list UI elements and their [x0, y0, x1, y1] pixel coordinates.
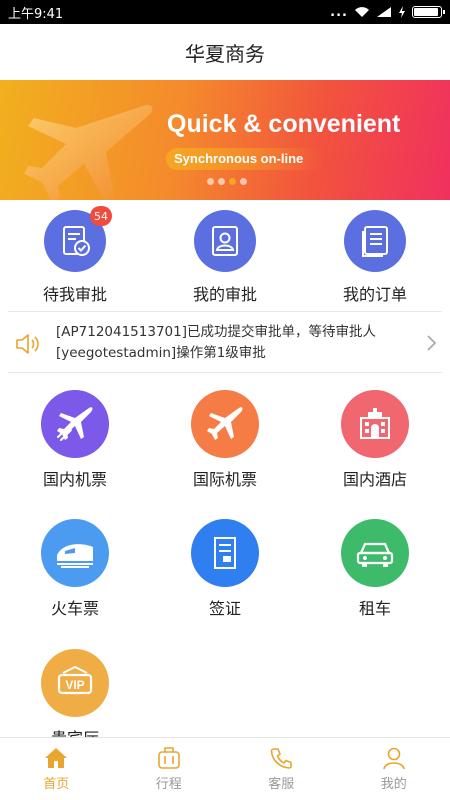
- domestic-hotel-circle: [341, 390, 409, 458]
- pending-count-badge: 54: [90, 206, 112, 226]
- my-orders-button[interactable]: 我的订单: [320, 210, 430, 305]
- pending-approval-circle: 54: [44, 206, 112, 272]
- user-icon: [382, 747, 405, 770]
- nav-customer-service-label: 客服: [268, 777, 295, 792]
- person-card-icon: [212, 226, 238, 256]
- train-icon: [57, 544, 93, 568]
- vip-icon: VIP: [57, 665, 93, 695]
- airplane-graphic-icon: [24, 104, 153, 200]
- nav-profile[interactable]: 我的: [338, 738, 450, 800]
- plane-icon: [57, 407, 93, 441]
- visa-button[interactable]: 签证: [165, 519, 285, 619]
- document-list-icon: [362, 226, 388, 257]
- my-approvals-circle: [194, 210, 256, 272]
- approval-check-icon: [63, 226, 90, 256]
- visa-label: 签证: [208, 599, 241, 618]
- notice-bar[interactable]: [AP712041513701]已成功提交审批单，等待审批人[yeegotest…: [0, 312, 450, 372]
- visa-document-icon: [214, 537, 236, 569]
- banner-title: Quick & convenient: [167, 110, 401, 138]
- svg-text:VIP: VIP: [65, 678, 84, 692]
- banner-pagination: [207, 178, 247, 185]
- app-header: 华夏商务: [0, 24, 450, 80]
- charging-icon: [399, 6, 405, 18]
- speaker-icon: [16, 334, 39, 354]
- banner-subtitle: Synchronous on-line: [166, 148, 324, 170]
- pending-approval-button[interactable]: 54 待我审批: [20, 206, 130, 305]
- international-flight-button[interactable]: 国际机票: [165, 390, 285, 490]
- cell-signal-icon: [377, 7, 391, 17]
- train-ticket-circle: [41, 519, 109, 587]
- bottom-navigation: 首页 行程 客服 我的: [0, 737, 450, 800]
- phone-icon: [270, 748, 293, 769]
- car-rental-label: 租车: [358, 599, 391, 618]
- wifi-icon: [355, 7, 369, 17]
- train-ticket-button[interactable]: 火车票: [15, 519, 135, 619]
- my-orders-label: 我的订单: [342, 285, 407, 304]
- pending-approval-label: 待我审批: [42, 285, 107, 304]
- my-approvals-button[interactable]: 我的审批: [170, 210, 280, 305]
- banner-dot[interactable]: [240, 178, 247, 185]
- promo-banner[interactable]: Quick & convenient Synchronous on-line: [0, 80, 450, 200]
- domestic-hotel-label: 国内酒店: [342, 470, 407, 489]
- luggage-icon: [157, 747, 180, 769]
- domestic-flight-button[interactable]: 国内机票: [15, 390, 135, 490]
- vip-lounge-circle: VIP: [41, 649, 109, 717]
- banner-dot-active[interactable]: [229, 178, 236, 185]
- chevron-right-icon: [427, 335, 437, 351]
- vip-lounge-button[interactable]: VIP 贵宾厅: [15, 649, 135, 749]
- banner-dot[interactable]: [207, 178, 214, 185]
- status-time: 上午9:41: [8, 6, 64, 22]
- domestic-flight-circle: [41, 390, 109, 458]
- nav-profile-label: 我的: [380, 777, 407, 792]
- nav-itinerary[interactable]: 行程: [113, 738, 226, 800]
- status-bar: 上午9:41 ...: [0, 0, 450, 24]
- nav-home[interactable]: 首页: [0, 738, 113, 800]
- divider: [8, 372, 442, 373]
- hotel-icon: [360, 408, 390, 439]
- domestic-hotel-button[interactable]: 国内酒店: [315, 390, 435, 490]
- nav-home-label: 首页: [43, 777, 70, 792]
- car-rental-circle: [341, 519, 409, 587]
- plane-icon: [207, 407, 243, 440]
- my-orders-circle: [344, 210, 406, 272]
- car-rental-button[interactable]: 租车: [315, 519, 435, 619]
- car-icon: [356, 542, 394, 567]
- train-ticket-label: 火车票: [50, 599, 99, 618]
- nav-itinerary-label: 行程: [155, 777, 182, 792]
- notice-text: [AP712041513701]已成功提交审批单，等待审批人[yeegotest…: [56, 324, 376, 361]
- international-flight-label: 国际机票: [192, 470, 257, 489]
- page-title: 华夏商务: [185, 41, 265, 66]
- international-flight-circle: [191, 390, 259, 458]
- approval-section: 54 待我审批 我的审批 我的订单: [0, 200, 450, 310]
- domestic-flight-label: 国内机票: [42, 470, 107, 489]
- signal-dots: ...: [330, 4, 348, 20]
- status-icons: ...: [330, 4, 445, 20]
- home-icon: [45, 748, 68, 768]
- nav-customer-service[interactable]: 客服: [225, 738, 338, 800]
- visa-circle: [191, 519, 259, 587]
- my-approvals-label: 我的审批: [192, 285, 257, 304]
- banner-dot[interactable]: [218, 178, 225, 185]
- battery-icon: [412, 6, 445, 18]
